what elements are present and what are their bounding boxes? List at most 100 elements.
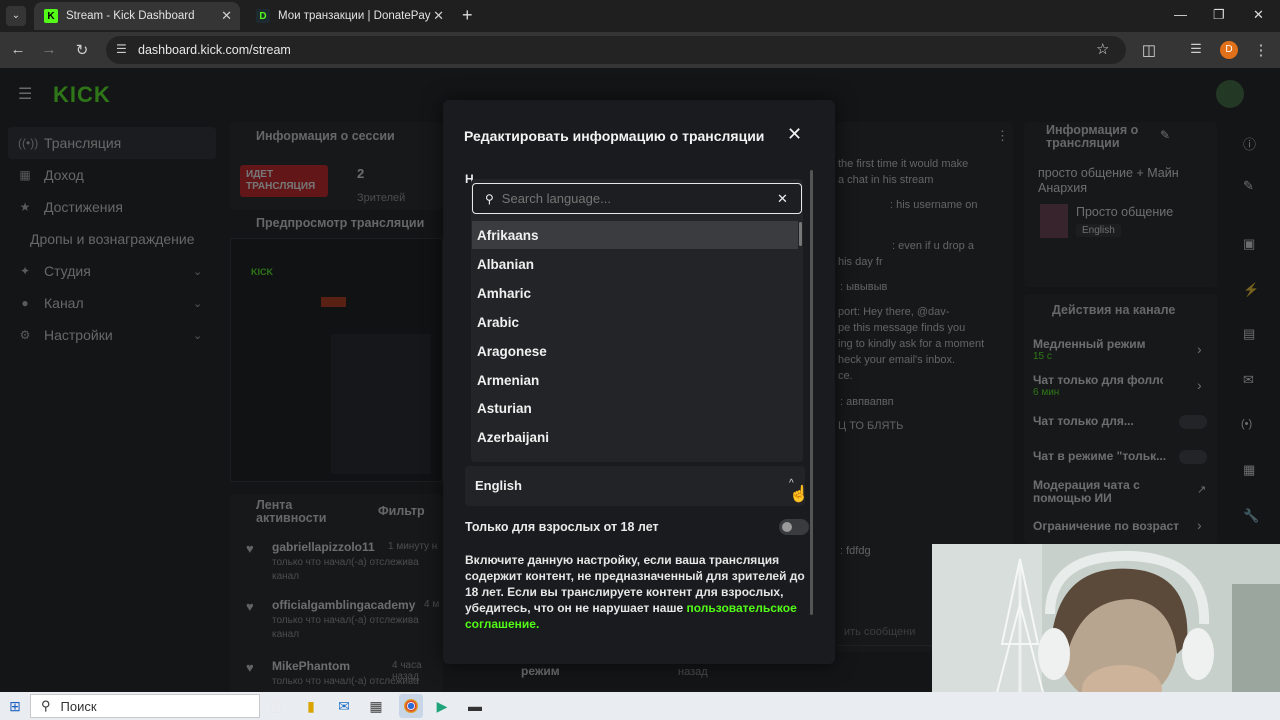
live-badge: ИДЕТ ТРАНСЛЯЦИЯ <box>240 165 328 197</box>
sidebar-item-channel[interactable]: ● Канал ⌄ <box>18 295 202 311</box>
user-avatar[interactable] <box>1216 80 1244 108</box>
sidebar-item-achievements[interactable]: ★ Достижения <box>18 199 123 215</box>
category-name: Просто общение <box>1076 205 1174 219</box>
heart-icon: ♥ <box>246 541 254 556</box>
language-option[interactable]: Armenian <box>472 366 798 394</box>
reload-icon[interactable]: ↻ <box>73 41 91 59</box>
action-age-restriction[interactable]: Ограничение по возраст › <box>1033 517 1209 533</box>
search-icon: ⚲ <box>485 191 494 206</box>
taskbar-search-placeholder: Поиск <box>60 698 97 714</box>
tab-title: Stream - Kick Dashboard <box>66 10 195 22</box>
obs-app-icon[interactable]: ▬ <box>465 696 485 716</box>
file-explorer-icon[interactable]: ▮ <box>301 696 321 716</box>
action-subs-only[interactable]: Чат только для... <box>1033 414 1209 429</box>
donatepay-favicon-icon: D <box>256 9 270 23</box>
minimize-window-icon[interactable]: — <box>1174 7 1187 22</box>
activity-user: officialgamblingacademy <box>272 598 416 612</box>
taskbar-search-field[interactable]: ⚲ Поиск <box>30 694 260 718</box>
info-icon[interactable]: ⓘ <box>1243 134 1256 153</box>
clear-icon[interactable]: ✕ <box>777 191 788 207</box>
language-option[interactable]: Amharic <box>472 279 798 307</box>
tab-search-button[interactable]: ⌄ <box>6 6 26 26</box>
tab-donatepay[interactable]: D Мои транзакции | DonatePay ✕ <box>246 2 452 30</box>
new-tab-button[interactable]: + <box>462 5 473 26</box>
chat-message: port: Hey there, @dav- <box>838 306 950 318</box>
bookmark-star-icon[interactable]: ☆ <box>1096 40 1109 58</box>
language-tag: English <box>1076 224 1121 237</box>
sidebar-item-label: Канал <box>44 295 84 311</box>
pencil-icon[interactable]: ✎ <box>1243 178 1254 194</box>
language-option[interactable]: Albanian <box>472 250 798 278</box>
chat-message: : even if u drop a <box>892 240 974 252</box>
task-view-icon[interactable]: ◫ <box>266 696 286 716</box>
tab-kick-dashboard[interactable]: K Stream - Kick Dashboard ✕ <box>34 2 240 30</box>
media-control-icon[interactable]: ☰ <box>1187 41 1205 57</box>
close-icon[interactable]: ✕ <box>787 124 802 145</box>
layout-icon[interactable]: ▦ <box>1243 462 1255 478</box>
modal-scrollbar[interactable] <box>810 170 813 615</box>
language-option[interactable]: Arabic <box>472 308 798 336</box>
channel-actions-title: Действия на канале <box>1052 303 1176 317</box>
action-toggle[interactable] <box>1179 415 1207 429</box>
chat-message: heck your email's inbox. <box>838 354 956 366</box>
sidebar-item-drops[interactable]: Дропы и вознаграждение <box>30 231 194 247</box>
chat-bubble-icon[interactable]: ✉ <box>1243 372 1254 388</box>
extensions-icon[interactable]: ◫ <box>1140 41 1158 59</box>
language-option[interactable]: Azerbaijani <box>472 423 798 451</box>
language-search-field[interactable]: ⚲ ✕ <box>472 183 802 214</box>
chat-more-icon[interactable]: ⋮ <box>996 128 1009 144</box>
kick-favicon-icon: K <box>44 9 58 23</box>
language-search-input[interactable] <box>501 191 752 206</box>
close-tab-icon[interactable]: ✕ <box>221 8 232 24</box>
activity-filter[interactable]: Фильтр <box>378 504 425 518</box>
profile-avatar[interactable]: D <box>1220 41 1238 59</box>
adult-content-toggle[interactable] <box>779 519 809 535</box>
document-icon[interactable]: ▤ <box>1243 326 1255 342</box>
trophy-icon: ★ <box>19 200 31 214</box>
capture-icon[interactable]: ▣ <box>1243 236 1255 252</box>
sidebar-item-stream[interactable]: ((•)) Трансляция <box>18 135 121 151</box>
stream-preview-thumbnail[interactable]: KICK <box>230 238 443 482</box>
back-arrow-icon[interactable]: ← <box>9 41 27 58</box>
sidebar-item-label: Настройки <box>44 327 113 343</box>
windows-start-icon[interactable]: ⊞ <box>5 696 25 716</box>
dropdown-scrollbar[interactable] <box>799 222 802 246</box>
action-emote-only[interactable]: Чат в режиме "тольк... <box>1033 449 1209 464</box>
calculator-icon[interactable]: ▦ <box>366 696 386 716</box>
hamburger-menu-icon[interactable]: ☰ <box>18 84 32 104</box>
media-app-icon[interactable]: ▶ <box>432 696 452 716</box>
site-info-icon[interactable]: ☰ <box>116 42 127 56</box>
chevron-right-icon: › <box>1197 341 1202 357</box>
sidebar-item-studio[interactable]: ✦ Студия ⌄ <box>18 263 202 279</box>
sidebar-item-label: Достижения <box>44 199 123 215</box>
action-ai-moderation[interactable]: Модерация чата с помощью ИИ ↗ <box>1033 479 1209 505</box>
action-label: Модерация чата с помощью ИИ <box>1033 478 1140 505</box>
action-slow-mode[interactable]: Медленный режим 15 с › <box>1033 337 1209 362</box>
mouse-cursor-icon: ☝ <box>789 486 809 503</box>
edit-pencil-icon[interactable]: ✎ <box>1160 128 1170 142</box>
browser-menu-icon[interactable]: ⋮ <box>1252 41 1270 59</box>
lightning-icon[interactable]: ⚡ <box>1243 282 1259 298</box>
sidebar-item-income[interactable]: ▦ Доход <box>18 167 83 183</box>
broadcast-icon[interactable]: (•) <box>1241 418 1252 430</box>
action-toggle[interactable] <box>1179 450 1207 464</box>
chrome-icon[interactable] <box>399 694 423 718</box>
action-followers-only[interactable]: Чат только для фолловер 6 мин › <box>1033 373 1209 398</box>
close-tab-icon[interactable]: ✕ <box>433 8 444 24</box>
chevron-down-icon: ⌄ <box>193 265 203 278</box>
wrench-icon[interactable]: 🔧 <box>1243 508 1259 524</box>
forward-arrow-icon[interactable]: → <box>40 41 58 58</box>
language-option[interactable]: Aragonese <box>472 337 798 365</box>
kick-logo[interactable]: KICK <box>53 82 111 108</box>
language-option[interactable]: Afrikaans <box>472 221 798 249</box>
restore-window-icon[interactable]: ❐ <box>1213 7 1225 23</box>
mail-icon[interactable]: ✉ <box>334 696 354 716</box>
language-option[interactable]: Asturian <box>472 394 798 422</box>
close-window-icon[interactable]: ✕ <box>1253 7 1264 23</box>
sidebar-item-settings[interactable]: ⚙ Настройки ⌄ <box>18 327 203 343</box>
activity-text: только что начал(-а) отслежива канал <box>272 557 419 582</box>
chat-message: pe this message finds you <box>838 322 966 334</box>
mode-label: режим <box>521 664 560 678</box>
url-field[interactable]: ☰ dashboard.kick.com/stream ☆ <box>106 36 1126 64</box>
chevron-right-icon: › <box>1197 377 1202 393</box>
